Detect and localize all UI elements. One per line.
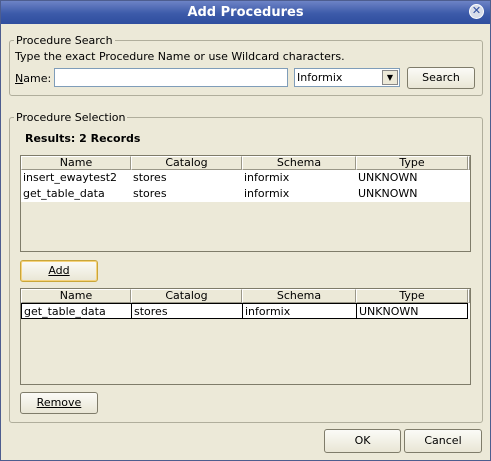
cell-schema[interactable]: informix	[242, 303, 356, 319]
table-row[interactable]: get_table_data stores informix UNKNOWN	[21, 303, 470, 319]
cell-catalog: stores	[133, 187, 167, 200]
database-type-value: Informix	[297, 71, 343, 84]
column-header-schema[interactable]: Schema	[242, 289, 356, 303]
cancel-button[interactable]: Cancel	[404, 429, 482, 453]
close-icon[interactable]: ✕	[469, 4, 484, 19]
column-header-catalog[interactable]: Catalog	[131, 289, 242, 303]
ok-button[interactable]: OK	[324, 429, 401, 453]
procedure-search-legend: Procedure Search	[16, 34, 113, 47]
cell-catalog[interactable]: stores	[131, 303, 242, 319]
cell-name[interactable]: get_table_data	[21, 303, 131, 319]
column-header-filler	[468, 156, 470, 170]
cancel-button-label: Cancel	[424, 434, 462, 447]
table-row[interactable]: get_table_data stores informix UNKNOWN	[21, 186, 470, 202]
title-bar[interactable]: Add Procedures ✕	[1, 1, 490, 24]
results-table-body: insert_ewaytest2 stores informix UNKNOWN…	[21, 170, 470, 202]
cell-filler	[468, 303, 470, 319]
procedure-selection-legend: Procedure Selection	[16, 111, 126, 124]
chevron-down-icon[interactable]: ▼	[382, 70, 398, 85]
column-header-schema[interactable]: Schema	[242, 156, 356, 170]
cell-type: UNKNOWN	[358, 171, 418, 184]
cell-filler	[468, 186, 470, 202]
column-header-catalog[interactable]: Catalog	[131, 156, 242, 170]
column-header-filler	[468, 289, 470, 303]
column-header-type[interactable]: Type	[356, 156, 468, 170]
cell-schema: informix	[244, 187, 290, 200]
add-button-label: Add	[48, 264, 70, 277]
name-label: Name:	[15, 72, 52, 85]
procedure-name-input[interactable]	[54, 68, 288, 87]
selected-table-body: get_table_data stores informix UNKNOWN	[21, 303, 470, 319]
dialog-title: Add Procedures	[187, 5, 304, 20]
table-row[interactable]: insert_ewaytest2 stores informix UNKNOWN	[21, 170, 470, 186]
results-table-header: Name Catalog Schema Type	[21, 156, 470, 170]
database-type-select[interactable]: Informix ▼	[294, 68, 400, 87]
add-procedures-dialog: Add Procedures ✕ Procedure Search Type t…	[0, 0, 491, 461]
cell-type[interactable]: UNKNOWN	[356, 303, 468, 319]
add-button[interactable]: Add	[20, 260, 98, 282]
cell-name: insert_ewaytest2	[23, 171, 117, 184]
results-table: Name Catalog Schema Type insert_ewaytest…	[20, 155, 471, 252]
column-header-name[interactable]: Name	[21, 156, 131, 170]
cell-schema: informix	[244, 171, 290, 184]
remove-button-label: Remove	[36, 396, 82, 409]
ok-button-label: OK	[354, 434, 371, 447]
search-button[interactable]: Search	[407, 67, 475, 89]
cell-filler	[468, 170, 470, 186]
selected-table-header: Name Catalog Schema Type	[21, 289, 470, 303]
cell-catalog: stores	[133, 171, 167, 184]
selected-procedures-table: Name Catalog Schema Type get_table_data …	[20, 288, 471, 385]
results-count: Results: 2 Records	[25, 132, 141, 145]
search-button-label: Search	[422, 71, 460, 84]
cell-name: get_table_data	[23, 187, 105, 200]
column-header-name[interactable]: Name	[21, 289, 131, 303]
remove-button[interactable]: Remove	[20, 392, 98, 414]
search-instruction: Type the exact Procedure Name or use Wil…	[15, 50, 345, 63]
column-header-type[interactable]: Type	[356, 289, 468, 303]
cell-type: UNKNOWN	[358, 187, 418, 200]
